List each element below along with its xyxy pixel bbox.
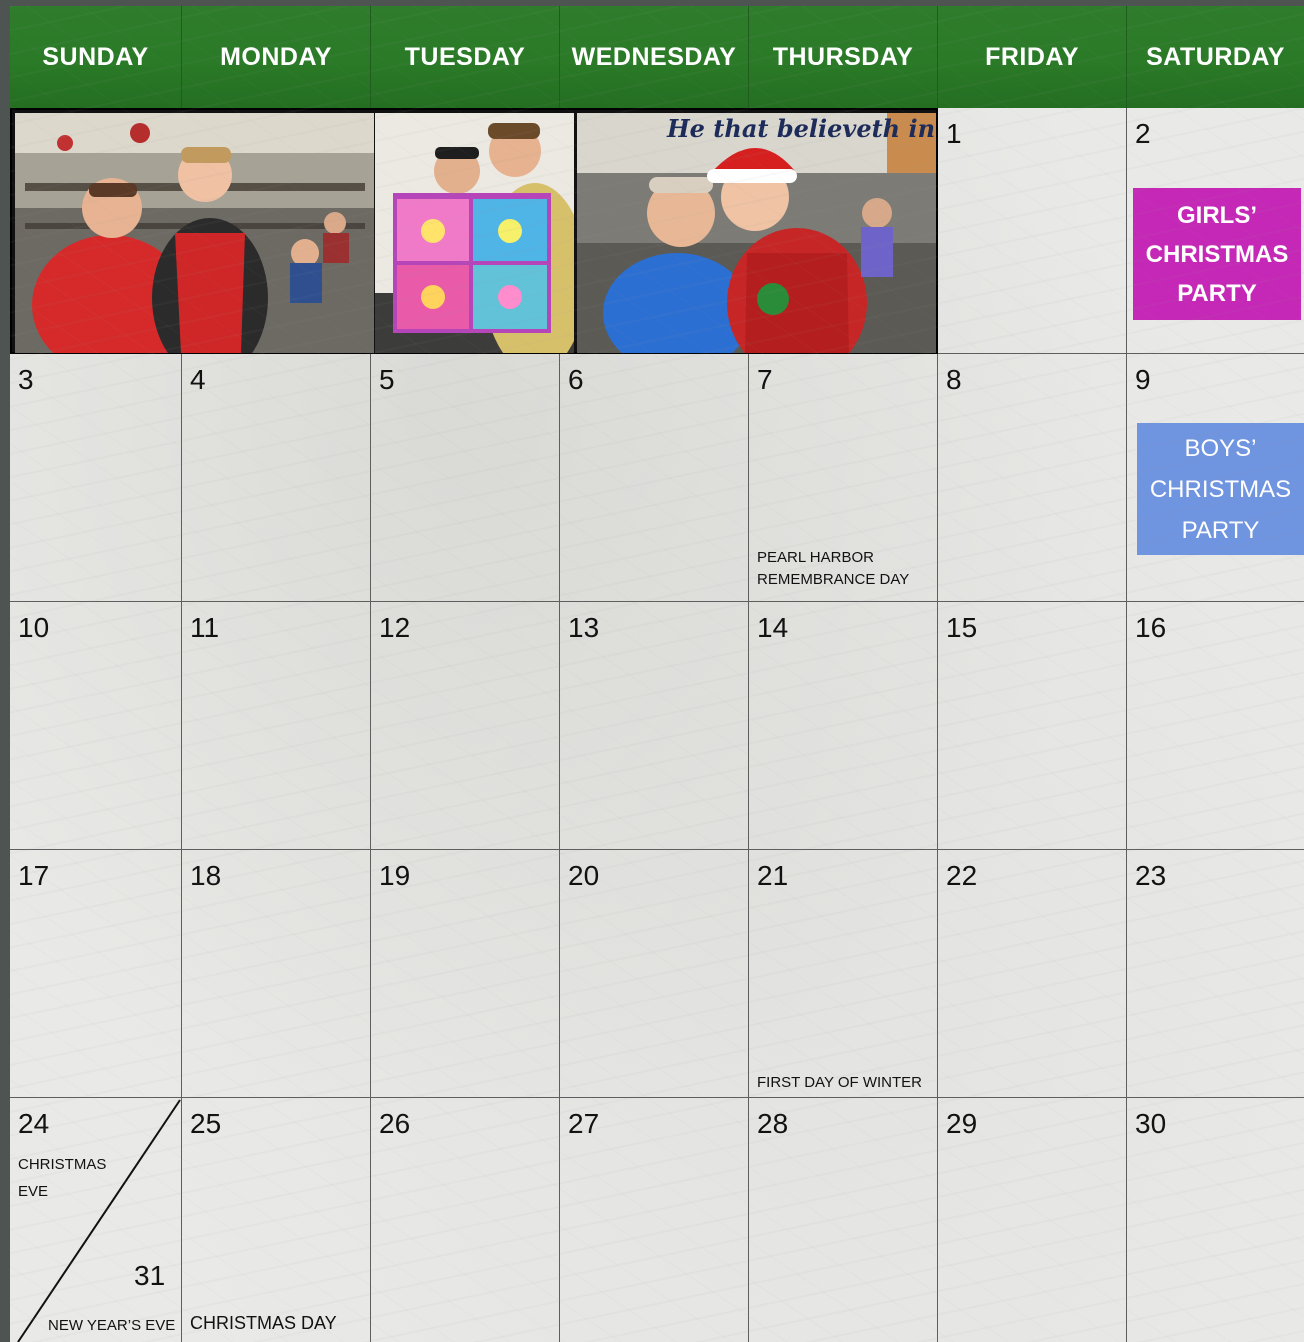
day-number-31: 31 [134,1260,166,1291]
day-number: 11 [190,612,220,643]
day-cell-30[interactable]: 30 [1127,1098,1304,1342]
day-number: 13 [568,612,600,643]
day-cell-3[interactable]: 3 [10,354,182,602]
day-cell-28[interactable]: 28 [749,1098,938,1342]
wall-sign-text: He that believeth in [666,114,935,143]
day-number: 12 [379,612,411,643]
day-number: 5 [379,364,395,395]
day-number: 25 [190,1108,222,1139]
day-number: 28 [757,1108,789,1139]
day-number: 29 [946,1108,978,1139]
day-cell-25[interactable]: 25 CHRISTMAS DAY [182,1098,371,1342]
day-cell-23[interactable]: 23 [1127,850,1304,1098]
day-cell-26[interactable]: 26 [371,1098,560,1342]
day-cell-19[interactable]: 19 [371,850,560,1098]
day-number: 2 [1135,118,1151,149]
party-photo-gifts [375,113,574,353]
day-number: 26 [379,1108,411,1139]
day-number: 7 [757,364,773,395]
day-number: 16 [1135,612,1167,643]
day-cell-24-31[interactable]: 24 CHRISTMAS EVE 31 NEW YEAR’S EVE [10,1098,182,1342]
day-number: 3 [18,364,34,395]
weekday-sunday: SUNDAY [10,6,182,108]
note-pearl-harbor-line2: REMEMBRANCE DAY [757,571,910,588]
day-number: 6 [568,364,584,395]
day-number: 10 [18,612,50,643]
party-photo-volunteers: He that believeth in [577,113,936,353]
day-cell-4[interactable]: 4 [182,354,371,602]
weekday-monday: MONDAY [182,6,371,108]
day-cell-17[interactable]: 17 [10,850,182,1098]
weekday-tuesday: TUESDAY [371,6,560,108]
weekday-saturday: SATURDAY [1146,42,1285,71]
event-boys-line2: CHRISTMAS [1149,475,1292,503]
day-number: 23 [1135,860,1167,891]
day-cell-20[interactable]: 20 [560,850,749,1098]
day-cell-16[interactable]: 16 [1127,602,1304,850]
event-girls-line1: GIRLS’ [1176,201,1257,229]
day-cell-8[interactable]: 8 [938,354,1127,602]
day-number: 15 [946,612,978,643]
day-number: 1 [946,118,962,149]
day-cell-6[interactable]: 6 [560,354,749,602]
day-number: 21 [757,860,789,891]
party-photo-gym [15,113,374,353]
day-number: 27 [568,1108,600,1139]
note-first-day-of-winter: FIRST DAY OF WINTER [757,1074,923,1091]
event-girls-line2: CHRISTMAS [1145,240,1289,268]
day-cell-27[interactable]: 27 [560,1098,749,1342]
split-diagonal-line [17,1099,181,1342]
day-cell-14[interactable]: 14 [749,602,938,850]
event-boys-line3: PARTY [1181,516,1260,544]
day-number: 17 [18,860,50,891]
weekday-wednesday: WEDNESDAY [560,6,749,108]
event-girls-christmas-party[interactable]: GIRLS’ CHRISTMAS PARTY [1133,188,1301,320]
day-cell-5[interactable]: 5 [371,354,560,602]
day-cell-13[interactable]: 13 [560,602,749,850]
weekday-header: SUNDAY MONDAY TUESDAY WEDNESDAY THURSDAY… [10,6,1304,108]
day-cell-7[interactable]: 7 PEARL HARBOR REMEMBRANCE DAY [749,354,938,602]
event-boys-line1: BOYS’ [1184,434,1257,462]
day-number: 8 [946,364,962,395]
day-cell-15[interactable]: 15 [938,602,1127,850]
day-number: 9 [1135,364,1151,395]
day-number: 30 [1135,1108,1167,1139]
day-number: 14 [757,612,789,643]
day-number: 22 [946,860,978,891]
note-pearl-harbor-line1: PEARL HARBOR [757,549,874,566]
calendar: SUNDAY MONDAY TUESDAY WEDNESDAY THURSDAY… [10,6,1304,1342]
day-cell-22[interactable]: 22 [938,850,1127,1098]
day-cell-21[interactable]: 21 FIRST DAY OF WINTER [749,850,938,1098]
photo-collage: He that believeth in [10,108,938,354]
day-cell-10[interactable]: 10 [10,602,182,850]
day-number: 19 [379,860,411,891]
day-cell-18[interactable]: 18 [182,850,371,1098]
note-new-years-eve: NEW YEAR’S EVE [48,1317,176,1334]
day-cell-11[interactable]: 11 [182,602,371,850]
day-number: 18 [190,860,222,891]
event-boys-christmas-party[interactable]: BOYS’ CHRISTMAS PARTY [1137,423,1304,555]
day-cell-1[interactable]: 1 [938,108,1127,354]
day-number: 4 [190,364,206,395]
weekday-thursday: THURSDAY [749,6,938,108]
weekday-friday: FRIDAY [938,6,1127,108]
day-cell-29[interactable]: 29 [938,1098,1127,1342]
day-number: 20 [568,860,600,891]
event-girls-line3: PARTY [1177,279,1257,307]
day-cell-12[interactable]: 12 [371,602,560,850]
note-christmas-day: CHRISTMAS DAY [190,1313,337,1333]
